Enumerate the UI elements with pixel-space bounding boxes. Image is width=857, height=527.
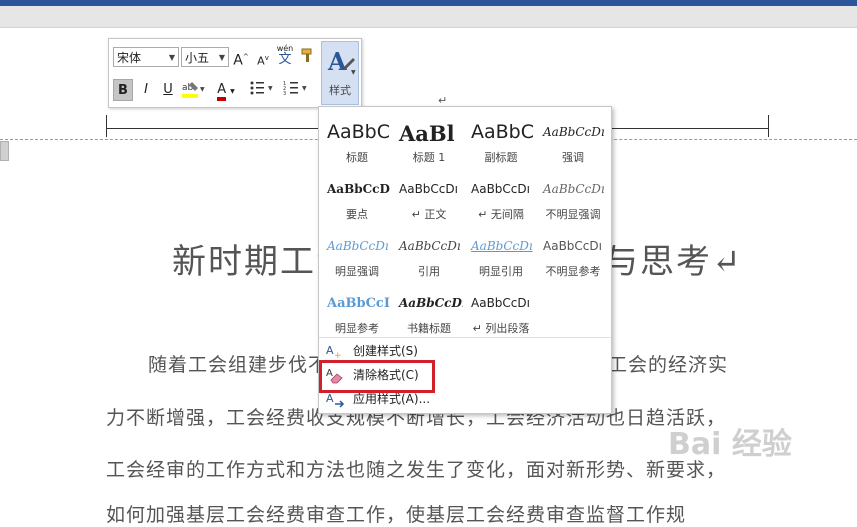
style-name: 引用 <box>418 265 440 278</box>
style-name: ↵ 正文 <box>411 208 447 221</box>
shrink-font-icon: A <box>257 54 265 68</box>
style-name: 标题 1 <box>412 151 446 164</box>
style-emphasis[interactable]: AaBbCcDı 强调 <box>537 111 609 167</box>
bullet-list-icon: ▼ <box>250 81 273 95</box>
header-corner-left <box>106 115 107 137</box>
style-sample: AaBbCcDı <box>399 296 463 310</box>
style-name: ↵ 无间隔 <box>478 208 524 221</box>
style-sample: AaBbCcDı <box>399 182 458 196</box>
style-name: 不明显强调 <box>545 208 601 221</box>
style-list-paragraph[interactable]: AaBbCcDı ↵ 列出段落 <box>465 282 537 338</box>
svg-text:A: A <box>326 392 334 405</box>
style-name: 要点 <box>346 208 368 221</box>
svg-text:+: + <box>334 351 342 360</box>
svg-text:3: 3 <box>283 91 286 97</box>
style-name: 不明显参考 <box>545 265 601 278</box>
mini-toolbar: 宋体 ▼ 小五 ▼ A^ Av wén 文 B I U ab ▼ A ▼ ▼ 123… <box>108 38 362 108</box>
style-subtle-emphasis[interactable]: AaBbCcDı 不明显强调 <box>537 168 609 224</box>
highlighter-icon: ab ▼ <box>182 82 205 98</box>
style-sample: AaBbCcDı <box>543 239 602 253</box>
font-name-value: 宋体 <box>117 51 142 65</box>
svg-text:▼: ▼ <box>351 69 356 76</box>
style-sample: AaBbCcI <box>327 296 390 311</box>
style-sample: AaBbC <box>327 121 391 143</box>
style-sample: AaBbCcDı <box>399 239 461 253</box>
create-style-item[interactable]: A + 创建样式(S) <box>323 340 607 362</box>
grow-font-icon: A <box>233 52 243 69</box>
style-subtitle[interactable]: AaBbC 副标题 <box>465 111 537 167</box>
font-size-select[interactable]: 小五 ▼ <box>181 47 229 67</box>
styles-button[interactable]: A ▼ 样式 <box>321 41 359 105</box>
svg-text:A: A <box>327 47 347 76</box>
underline-button[interactable]: U <box>159 79 177 101</box>
gallery-separator <box>319 337 611 338</box>
header-corner-right <box>768 115 769 137</box>
style-sample: AaBbCcD <box>327 182 390 196</box>
chevron-down-icon: ▼ <box>230 88 235 95</box>
numbering-button[interactable]: 1 2 3 ▼ <box>281 79 311 101</box>
svg-text:Bai 经验: Bai 经验 <box>668 427 792 462</box>
style-no-spacing[interactable]: AaBbCcDı ↵ 无间隔 <box>465 168 537 224</box>
format-painter-button[interactable] <box>299 47 317 69</box>
italic-button[interactable]: I <box>137 79 155 101</box>
chevron-down-icon: ▼ <box>218 53 225 62</box>
style-normal[interactable]: AaBbCcDı ↵ 正文 <box>393 168 465 224</box>
styles-icon: A ▼ <box>327 47 356 76</box>
style-book-title[interactable]: AaBbCcDı 书籍标题 <box>393 282 465 338</box>
style-sample: AaBbCcDı <box>327 239 389 253</box>
font-color-icon: A <box>217 83 227 101</box>
svg-text:▼: ▼ <box>268 85 273 92</box>
annotation-highlight-box <box>319 360 435 393</box>
baidu-paw-icon: Bai 经验 <box>668 427 792 462</box>
bullets-button[interactable]: ▼ <box>247 79 277 101</box>
styles-label: 样式 <box>329 84 351 97</box>
style-sample: AaBbCcDı <box>543 125 605 139</box>
grow-font-button[interactable]: A^ <box>233 46 249 69</box>
highlight-color-button[interactable]: ab ▼ <box>179 79 207 101</box>
style-sample: AaBbCcDı <box>471 239 533 253</box>
create-style-icon: A + <box>326 344 342 360</box>
style-quote[interactable]: AaBbCcDı 引用 <box>393 225 465 281</box>
vertical-ruler-marker <box>0 141 9 161</box>
style-name: 强调 <box>562 151 584 164</box>
body-line-3[interactable]: 工会经审的工作方式和方法也随之发生了变化，面对新形势、新要求， <box>106 455 726 482</box>
style-name: 明显引用 <box>479 265 523 278</box>
svg-text:A: A <box>326 344 334 357</box>
svg-text:▼: ▼ <box>200 86 205 93</box>
style-sample: AaBbCcDı <box>471 296 530 310</box>
style-subtle-reference[interactable]: AaBbCcDı 不明显参考 <box>537 225 609 281</box>
style-name: 明显强调 <box>335 265 379 278</box>
bold-button[interactable]: B <box>113 79 133 101</box>
phonetic-guide-button[interactable]: wén 文 <box>275 43 295 71</box>
style-sample: AaBbC <box>471 121 535 143</box>
style-intense-reference[interactable]: AaBbCcI 明显参考 <box>321 282 393 338</box>
style-intense-emphasis[interactable]: AaBbCcDı 明显强调 <box>321 225 393 281</box>
ribbon-strip <box>0 6 857 28</box>
style-intense-quote[interactable]: AaBbCcDı 明显引用 <box>465 225 537 281</box>
svg-text:▼: ▼ <box>302 85 307 92</box>
style-title[interactable]: AaBbC 标题 <box>321 111 393 167</box>
style-sample: AaBbCcDı <box>543 182 605 196</box>
numbered-list-icon: 123▼ <box>283 81 307 97</box>
phonetic-char: 文 <box>278 52 292 67</box>
font-color-button[interactable]: A ▼ <box>211 79 241 101</box>
format-painter-icon <box>301 48 312 62</box>
style-name: 明显参考 <box>335 322 379 335</box>
style-name: 标题 <box>346 151 368 164</box>
style-heading-1[interactable]: AaBl 标题 1 <box>393 111 465 167</box>
font-size-value: 小五 <box>185 51 210 65</box>
style-sample: AaBl <box>399 121 455 145</box>
chevron-down-icon: ▼ <box>168 53 175 62</box>
style-sample: AaBbCcDı <box>471 182 530 196</box>
style-name: 副标题 <box>484 151 518 164</box>
body-line-4[interactable]: 如何加强基层工会经费审查工作，使基层工会经费审查监督工作规 <box>106 500 686 527</box>
font-name-select[interactable]: 宋体 ▼ <box>113 47 179 67</box>
create-style-label: 创建样式(S) <box>353 344 418 358</box>
baidu-watermark: Bai 经验 <box>668 414 848 474</box>
shrink-font-button[interactable]: Av <box>255 47 271 69</box>
style-name: 书籍标题 <box>407 322 451 335</box>
style-strong[interactable]: AaBbCcD 要点 <box>321 168 393 224</box>
style-name: ↵ 列出段落 <box>472 322 530 335</box>
